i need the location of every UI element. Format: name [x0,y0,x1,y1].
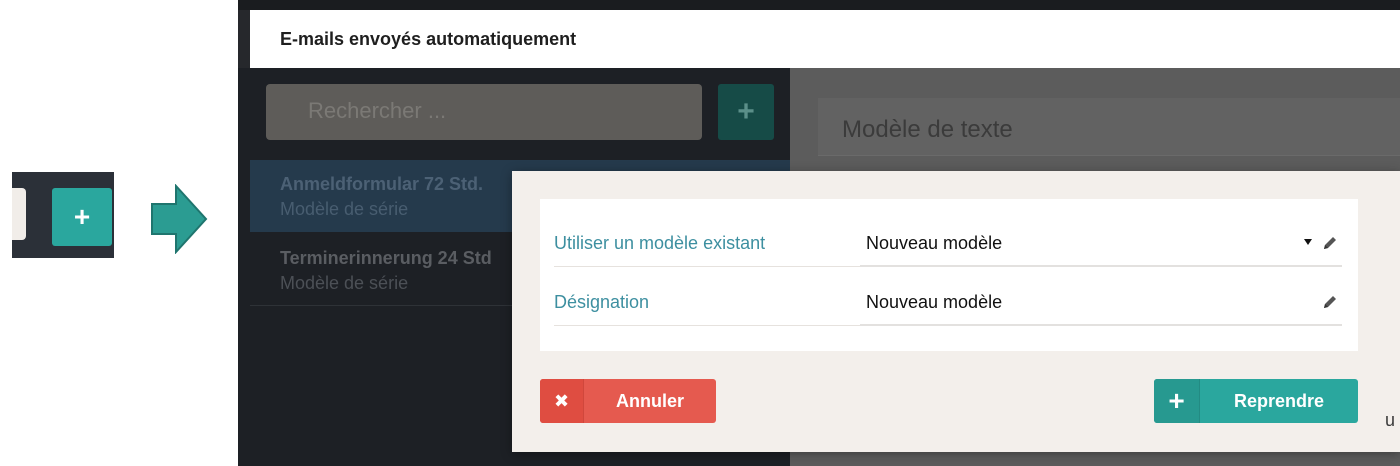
field-label: Utiliser un modèle existant [554,207,860,267]
existing-template-select[interactable]: Nouveau modèle [860,207,1342,267]
app-top-strip [238,0,1400,10]
add-template-button[interactable]: + [718,84,774,140]
plus-icon: + [1154,379,1200,423]
designation-field: Désignation Nouveau modèle [554,266,1342,326]
pencil-icon[interactable] [1322,235,1338,251]
zoomed-add-button[interactable]: + [52,188,112,246]
confirm-button-label: Reprendre [1233,390,1325,411]
search-input-stub [12,188,26,240]
search-input[interactable]: Rechercher ... [266,84,702,140]
existing-template-field: Utiliser un modèle existant Nouveau modè… [554,207,1342,267]
template-dialog: Utiliser un modèle existant Nouveau modè… [512,171,1400,452]
screenshot-stage: + Rechercher ... + Anmeldformular 72 Std… [0,0,1400,466]
clipped-text: u [1385,410,1396,430]
pencil-icon[interactable] [1322,294,1338,310]
zoom-callout: + [12,172,114,258]
modal-title: E-mails envoyés automatiquement [250,10,1400,68]
select-value: Nouveau modèle [866,233,1003,253]
input-value: Nouveau modèle [866,292,1003,312]
close-icon: ✖ [540,379,584,423]
field-label: Désignation [554,266,860,326]
form-panel: Utiliser un modèle existant Nouveau modè… [540,199,1358,351]
designation-input[interactable]: Nouveau modèle [860,266,1342,326]
arrow-right-icon [151,184,208,254]
cancel-button-label: Annuler [615,390,684,411]
caret-down-icon[interactable] [1304,239,1312,245]
text-template-card-title: Modèle de texte [818,98,1400,156]
cancel-button[interactable]: ✖ Annuler [540,379,716,423]
confirm-button[interactable]: + Reprendre [1154,379,1358,423]
